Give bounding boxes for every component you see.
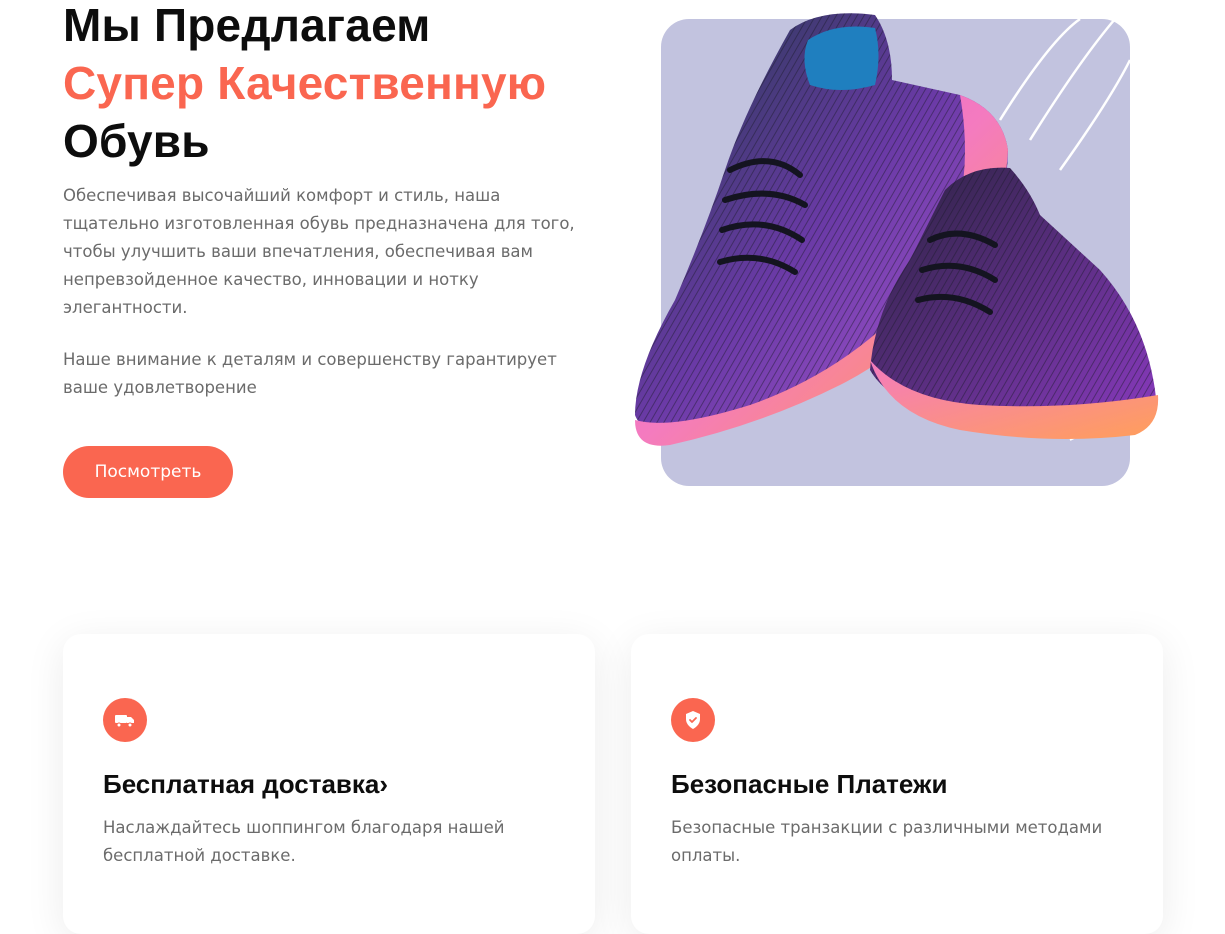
- hero-image: [630, 0, 1170, 500]
- sneakers-image: [635, 13, 1159, 486]
- feature-description: Безопасные транзакции с различными метод…: [671, 818, 1103, 865]
- hero-title-accent: Супер Качественную: [63, 57, 547, 109]
- shield-check-icon: [671, 698, 715, 742]
- feature-title: Бесплатная доставка›: [103, 769, 389, 799]
- feature-title: Безопасные Платежи: [671, 769, 948, 799]
- feature-description: Наслаждайтесь шоппингом благодаря нашей …: [103, 818, 505, 865]
- feature-card-payments: Безопасные Платежи Безопасные транзакции…: [631, 634, 1163, 934]
- hero-title-line1: Мы Предлагаем: [63, 0, 431, 51]
- hero-title-line3: Обувь: [63, 115, 210, 167]
- view-button[interactable]: Посмотреть: [63, 446, 233, 498]
- hero-subdescription: Наше внимание к деталям и совершенству г…: [63, 350, 557, 397]
- delivery-truck-icon: [103, 698, 147, 742]
- feature-card-delivery: Бесплатная доставка› Наслаждайтесь шоппи…: [63, 634, 595, 934]
- hero-description: Обеспечивая высочайший комфорт и стиль, …: [63, 186, 575, 317]
- hero-title: Мы Предлагаем Супер Качественную Обувь: [63, 0, 546, 170]
